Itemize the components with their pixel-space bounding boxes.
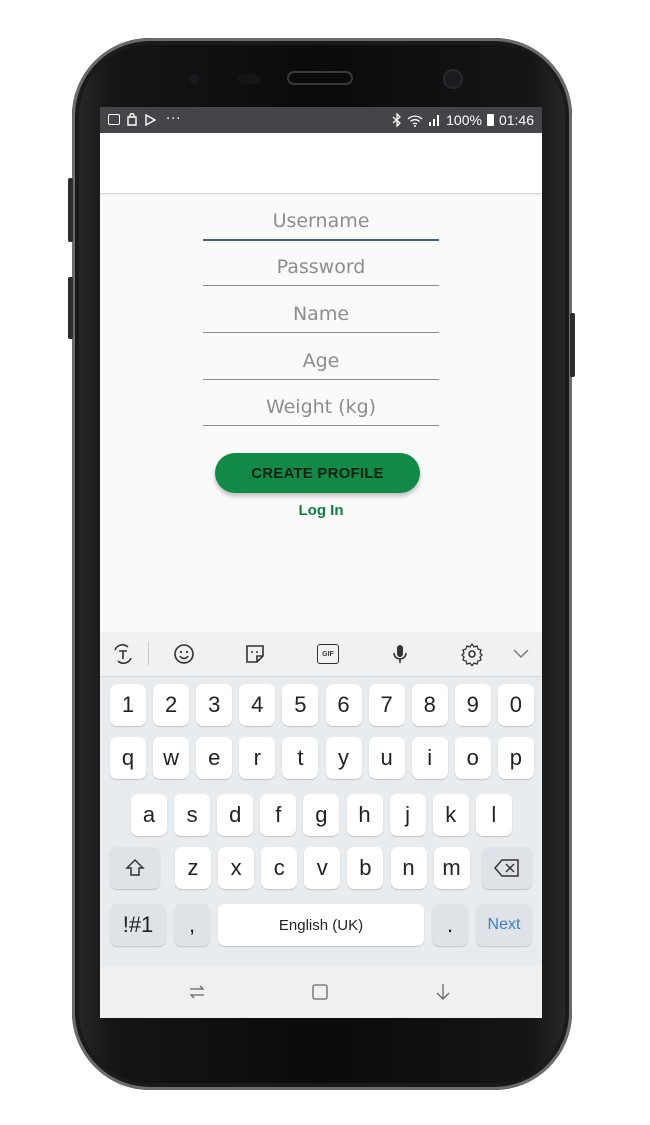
letter-key[interactable]: q (110, 737, 146, 779)
settings-icon[interactable] (459, 641, 485, 667)
letter-key[interactable]: j (389, 794, 426, 836)
front-camera-icon (189, 74, 199, 84)
letter-key[interactable]: b (347, 847, 384, 889)
weight-field-wrapper (203, 389, 439, 426)
comma-key[interactable]: , (174, 904, 210, 946)
number-key[interactable]: 1 (110, 684, 146, 726)
toolbar-divider (148, 642, 149, 666)
earpiece (289, 73, 351, 83)
create-profile-button[interactable]: CREATE PROFILE (215, 453, 420, 493)
letter-key[interactable]: d (217, 794, 254, 836)
letter-key[interactable]: n (390, 847, 427, 889)
letter-key[interactable]: c (261, 847, 298, 889)
username-field-wrapper (203, 203, 439, 241)
more-icon: ··· (166, 112, 182, 127)
letter-key[interactable]: a (131, 794, 167, 836)
number-key[interactable]: 8 (411, 684, 448, 726)
number-key[interactable]: 9 (454, 684, 491, 726)
letter-key[interactable]: g (303, 794, 340, 836)
username-field[interactable] (203, 203, 439, 239)
status-time: 01:46 (498, 112, 534, 128)
letter-key[interactable]: k (432, 794, 469, 836)
password-field[interactable] (203, 249, 439, 285)
play-icon (145, 113, 156, 126)
translate-icon[interactable] (110, 641, 136, 667)
number-key[interactable]: 5 (282, 684, 319, 726)
sticker-icon[interactable] (242, 641, 268, 667)
number-key[interactable]: 0 (497, 684, 534, 726)
letter-key[interactable]: m (433, 847, 470, 889)
navigation-bar (100, 966, 542, 1018)
sensor-icon (237, 74, 261, 84)
letter-key[interactable]: p (497, 737, 534, 779)
letter-key[interactable]: i (411, 737, 448, 779)
age-field[interactable] (203, 343, 439, 379)
number-key[interactable]: 7 (368, 684, 405, 726)
backspace-icon (494, 859, 519, 877)
letter-key[interactable]: w (153, 737, 190, 779)
battery-icon (486, 114, 494, 126)
login-link[interactable]: Log In (271, 502, 371, 519)
volume-button[interactable] (68, 277, 73, 339)
app-bar (100, 133, 542, 194)
wifi-icon (407, 114, 423, 127)
next-key[interactable]: Next (476, 904, 532, 946)
recent-apps-icon[interactable] (187, 982, 207, 1002)
space-key[interactable]: English (UK) (218, 904, 424, 946)
password-field-wrapper (203, 249, 439, 286)
status-bar: ··· 100% 01:46 (100, 107, 542, 133)
number-key[interactable]: 4 (239, 684, 276, 726)
gallery-icon (108, 114, 120, 125)
keyboard: GIF 1234567890 qwertyuiop asdfghjkl zxcv… (100, 632, 542, 966)
number-key[interactable]: 2 (153, 684, 190, 726)
collapse-icon[interactable] (510, 641, 532, 667)
screen: ··· 100% 01:46 CREATE PROFILE Log In (100, 107, 542, 1018)
shift-key[interactable] (110, 847, 160, 889)
gif-icon[interactable]: GIF (315, 641, 341, 667)
age-field-wrapper (203, 343, 439, 380)
letter-key[interactable]: f (260, 794, 297, 836)
letter-key[interactable]: y (325, 737, 362, 779)
letter-key[interactable]: h (346, 794, 383, 836)
number-key[interactable]: 6 (325, 684, 362, 726)
letter-key[interactable]: l (475, 794, 512, 836)
name-field-wrapper (203, 296, 439, 333)
shift-icon (125, 858, 145, 876)
backspace-key[interactable] (482, 847, 532, 889)
signal-icon (429, 115, 440, 126)
selfie-camera-icon (445, 71, 461, 87)
home-icon[interactable] (310, 982, 330, 1002)
number-key[interactable]: 3 (196, 684, 233, 726)
bluetooth-icon (392, 113, 402, 127)
letter-key[interactable]: t (282, 737, 319, 779)
letter-key[interactable]: r (239, 737, 276, 779)
back-icon[interactable] (433, 982, 453, 1002)
bag-icon (127, 113, 137, 126)
emoji-icon[interactable] (171, 641, 197, 667)
gif-label: GIF (317, 644, 339, 664)
name-field[interactable] (203, 296, 439, 332)
period-key[interactable]: . (432, 904, 468, 946)
letter-key[interactable]: u (368, 737, 405, 779)
weight-field[interactable] (203, 389, 439, 425)
keyboard-toolbar: GIF (100, 632, 542, 677)
letter-key[interactable]: s (174, 794, 211, 836)
letter-key[interactable]: z (175, 847, 211, 889)
letter-key[interactable]: e (196, 737, 233, 779)
letter-key[interactable]: v (304, 847, 341, 889)
bixby-button[interactable] (68, 178, 73, 242)
mic-icon[interactable] (387, 641, 413, 667)
power-button[interactable] (570, 313, 575, 377)
letter-key[interactable]: x (218, 847, 255, 889)
symbols-key[interactable]: !#1 (110, 904, 166, 946)
letter-key[interactable]: o (454, 737, 491, 779)
battery-percent: 100% (446, 112, 482, 128)
